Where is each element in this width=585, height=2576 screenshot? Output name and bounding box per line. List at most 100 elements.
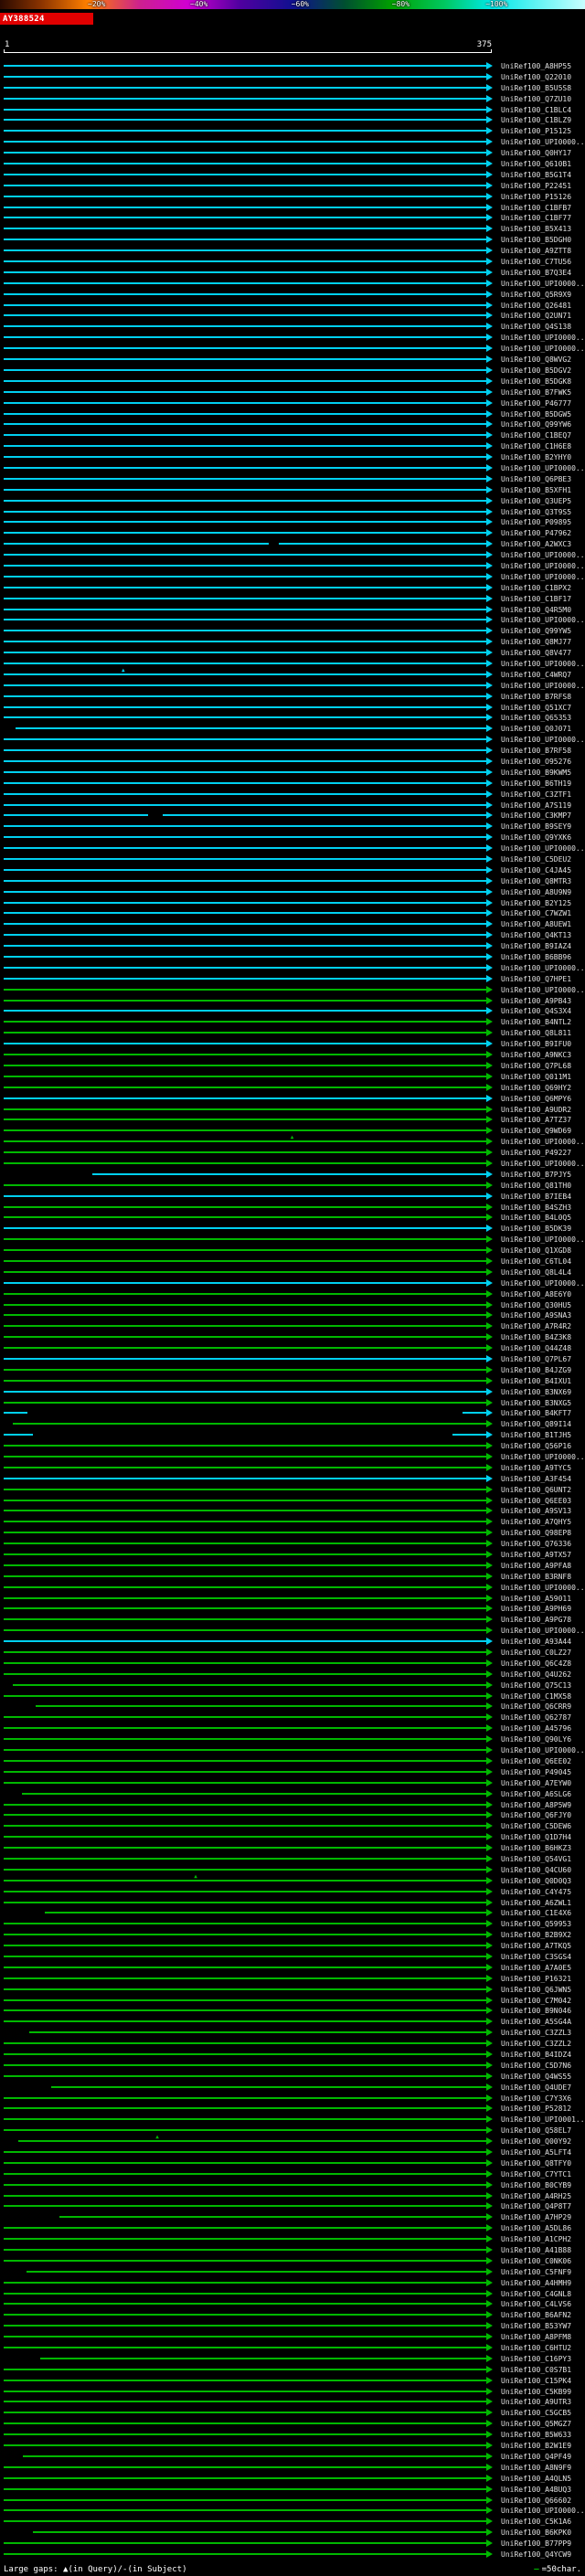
hit-accession-label[interactable]: UniRef100_UPI0000... bbox=[501, 1627, 585, 1635]
hit-accession-label[interactable]: UniRef100_C7Y3X6 bbox=[501, 2094, 571, 2103]
alignment-row[interactable]: UniRef100_A9NKC3 bbox=[0, 1049, 585, 1060]
alignment-row[interactable]: UniRef100_UPI0000... bbox=[0, 1234, 585, 1245]
alignment-bar[interactable] bbox=[0, 1202, 501, 1213]
hit-accession-label[interactable]: UniRef100_A8U9N9 bbox=[501, 888, 571, 896]
alignment-row[interactable]: UniRef100_A8U9N9 bbox=[0, 886, 585, 897]
alignment-segment[interactable] bbox=[4, 2020, 486, 2023]
hit-accession-label[interactable]: UniRef100_B3RNF8 bbox=[501, 1573, 571, 1581]
hit-accession-label[interactable]: UniRef100_B2B9X2 bbox=[501, 1931, 571, 1939]
hit-accession-label[interactable]: UniRef100_B77PP9 bbox=[501, 2539, 571, 2548]
alignment-row[interactable]: UniRef100_UPI0000... bbox=[0, 549, 585, 560]
alignment-bar[interactable] bbox=[0, 549, 501, 560]
alignment-segment[interactable] bbox=[4, 347, 486, 350]
alignment-segment[interactable] bbox=[4, 1499, 486, 1501]
alignment-segment[interactable] bbox=[4, 2422, 486, 2425]
alignment-segment[interactable] bbox=[4, 75, 486, 78]
alignment-segment[interactable] bbox=[4, 2151, 486, 2153]
alignment-row[interactable]: UniRef100_Q76336 bbox=[0, 1538, 585, 1549]
alignment-segment[interactable] bbox=[4, 163, 486, 165]
alignment-bar[interactable] bbox=[0, 571, 501, 582]
hit-accession-label[interactable]: UniRef100_Q44Z48 bbox=[501, 1344, 571, 1352]
hit-accession-label[interactable]: UniRef100_A8E6Y0 bbox=[501, 1290, 571, 1299]
alignment-bar[interactable] bbox=[0, 2342, 501, 2353]
hit-accession-label[interactable]: UniRef100_B0CYB9 bbox=[501, 2181, 571, 2189]
hit-accession-label[interactable]: UniRef100_B5DGK8 bbox=[501, 377, 571, 386]
alignment-bar[interactable] bbox=[0, 1060, 501, 1071]
alignment-bar[interactable] bbox=[0, 2527, 501, 2538]
alignment-row[interactable]: UniRef100_A8UEW1 bbox=[0, 918, 585, 929]
alignment-bar[interactable] bbox=[0, 1191, 501, 1202]
alignment-row[interactable]: UniRef100_B4KFT7 bbox=[0, 1407, 585, 1418]
hit-accession-label[interactable]: UniRef100_Q5MGZ7 bbox=[501, 2420, 571, 2428]
hit-accession-label[interactable]: UniRef100_B53YW7 bbox=[501, 2322, 571, 2330]
alignment-segment[interactable] bbox=[4, 1847, 486, 1850]
alignment-row[interactable]: ▲ UniRef100_C4WRQ7 bbox=[0, 667, 585, 680]
alignment-bar[interactable] bbox=[0, 1484, 501, 1495]
alignment-segment[interactable] bbox=[12, 1423, 486, 1426]
alignment-row[interactable]: UniRef100_Q1XGD8 bbox=[0, 1245, 585, 1256]
alignment-segment[interactable] bbox=[4, 2509, 486, 2512]
alignment-segment[interactable] bbox=[4, 1412, 28, 1415]
alignment-segment[interactable] bbox=[4, 1336, 486, 1339]
hit-accession-label[interactable]: UniRef100_A9UTR3 bbox=[501, 2398, 571, 2406]
alignment-bar[interactable] bbox=[0, 1625, 501, 1636]
hit-accession-label[interactable]: UniRef100_Q99YW6 bbox=[501, 420, 571, 429]
alignment-bar[interactable] bbox=[0, 1223, 501, 1234]
alignment-row[interactable]: UniRef100_B6KPK0 bbox=[0, 2527, 585, 2538]
alignment-bar[interactable] bbox=[0, 158, 501, 169]
alignment-bar[interactable] bbox=[0, 2331, 501, 2342]
hit-accession-label[interactable]: UniRef100_Q81TH0 bbox=[501, 1182, 571, 1190]
alignment-row[interactable]: UniRef100_B5DK39 bbox=[0, 1223, 585, 1234]
alignment-bar[interactable] bbox=[0, 1571, 501, 1582]
alignment-segment[interactable] bbox=[4, 1596, 486, 1599]
hit-accession-label[interactable]: UniRef100_Q8MTR3 bbox=[501, 877, 571, 885]
alignment-bar[interactable] bbox=[0, 647, 501, 658]
alignment-segment[interactable] bbox=[4, 1129, 486, 1132]
alignment-row[interactable]: UniRef100_UPI0000... bbox=[0, 734, 585, 745]
hit-accession-label[interactable]: UniRef100_A8N9F9 bbox=[501, 2464, 571, 2472]
alignment-segment[interactable] bbox=[51, 2085, 486, 2088]
alignment-row[interactable]: UniRef100_Q8MTR3 bbox=[0, 875, 585, 886]
alignment-bar[interactable] bbox=[0, 1495, 501, 1506]
alignment-bar[interactable] bbox=[0, 1212, 501, 1223]
alignment-row[interactable]: UniRef100_UPI0000... bbox=[0, 2505, 585, 2516]
alignment-segment[interactable] bbox=[4, 2183, 486, 2186]
alignment-bar[interactable] bbox=[0, 2462, 501, 2473]
alignment-row[interactable]: UniRef100_A59011 bbox=[0, 1593, 585, 1604]
alignment-bar[interactable] bbox=[0, 778, 501, 789]
alignment-bar[interactable] bbox=[0, 2549, 501, 2560]
alignment-bar[interactable] bbox=[0, 223, 501, 234]
hit-accession-label[interactable]: UniRef100_A8UEW1 bbox=[501, 920, 571, 928]
alignment-row[interactable]: UniRef100_Q6PBE3 bbox=[0, 473, 585, 484]
alignment-segment[interactable] bbox=[4, 303, 486, 306]
alignment-bar[interactable] bbox=[0, 756, 501, 767]
alignment-row[interactable]: UniRef100_Q6C4Z8 bbox=[0, 1658, 585, 1669]
hit-accession-label[interactable]: UniRef100_C4LVS6 bbox=[501, 2300, 571, 2308]
alignment-row[interactable]: UniRef100_B5W633 bbox=[0, 2429, 585, 2440]
alignment-bar[interactable] bbox=[0, 538, 501, 549]
alignment-segment[interactable] bbox=[163, 814, 486, 817]
alignment-bar[interactable] bbox=[0, 973, 501, 984]
hit-accession-label[interactable]: UniRef100_A7S119 bbox=[501, 801, 571, 810]
alignment-row[interactable]: UniRef100_Q6CRR9 bbox=[0, 1701, 585, 1712]
alignment-bar[interactable] bbox=[0, 2473, 501, 2484]
alignment-bar[interactable] bbox=[0, 2049, 501, 2060]
hit-accession-label[interactable]: UniRef100_O95276 bbox=[501, 758, 571, 766]
hit-accession-label[interactable]: UniRef100_UPI0000... bbox=[501, 2507, 585, 2515]
hit-accession-label[interactable]: UniRef100_UPI0000... bbox=[501, 280, 585, 288]
alignment-row[interactable]: UniRef100_A9PB43 bbox=[0, 995, 585, 1006]
hit-accession-label[interactable]: UniRef100_A5LFT4 bbox=[501, 2148, 571, 2157]
alignment-row[interactable]: UniRef100_B9KWM5 bbox=[0, 767, 585, 778]
alignment-segment[interactable] bbox=[4, 1564, 486, 1566]
hit-accession-label[interactable]: UniRef100_A9TYC5 bbox=[501, 1464, 571, 1472]
alignment-segment[interactable] bbox=[4, 1814, 486, 1817]
alignment-row[interactable]: UniRef100_P16321 bbox=[0, 1973, 585, 1984]
alignment-row[interactable]: UniRef100_Q66602 bbox=[0, 2495, 585, 2506]
hit-accession-label[interactable]: UniRef100_UPI0000... bbox=[501, 1746, 585, 1754]
alignment-segment[interactable] bbox=[4, 1998, 486, 2001]
alignment-bar[interactable] bbox=[0, 1451, 501, 1462]
alignment-segment[interactable] bbox=[4, 184, 486, 186]
alignment-segment[interactable] bbox=[4, 260, 486, 263]
hit-accession-label[interactable]: UniRef100_C5DEU2 bbox=[501, 855, 571, 864]
alignment-bar[interactable] bbox=[0, 691, 501, 702]
